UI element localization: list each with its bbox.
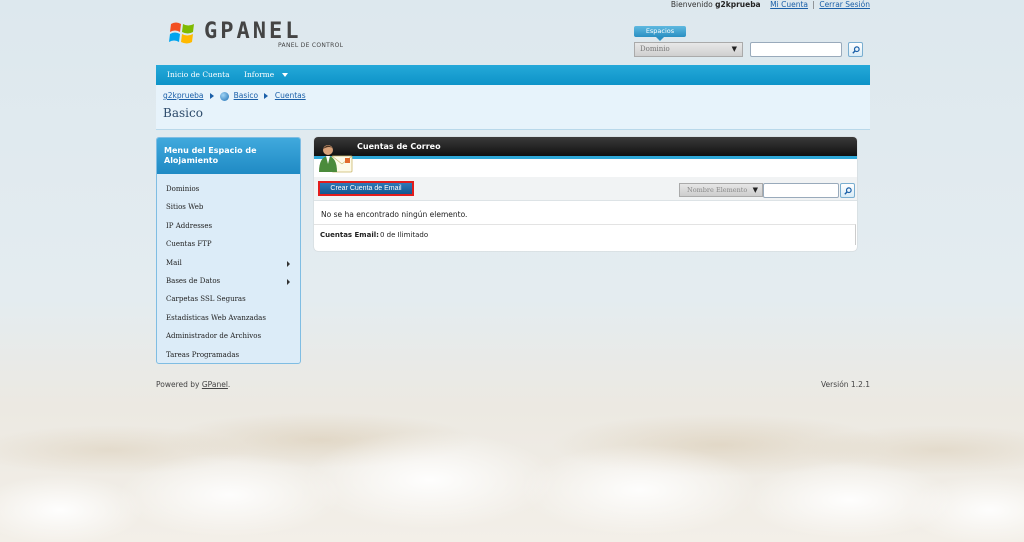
filter-select-value: Nombre Elemento (687, 186, 748, 194)
side-menu: Menu del Espacio de Alojamiento Dominios… (156, 137, 301, 364)
sidebar-item-file-manager[interactable]: Administrador de Archivos (157, 327, 300, 345)
user-bar: Bienvenido g2kprueba Mi Cuenta | Cerrar … (671, 0, 870, 9)
panel-search-input[interactable] (763, 183, 839, 198)
sidebar-item-websites[interactable]: Sitios Web (157, 198, 300, 216)
panel-title: Cuentas de Correo (357, 142, 441, 151)
nav-item-report[interactable]: Informe (244, 65, 288, 85)
sidebar-item-ftp-accounts[interactable]: Cuentas FTP (157, 235, 300, 253)
submenu-arrow-icon (287, 278, 290, 285)
breadcrumb-item-accounts[interactable]: Cuentas (275, 91, 306, 100)
quota-label: Cuentas Email: (320, 231, 379, 239)
header-area: g2kprueba Basico Cuentas Basico (156, 85, 870, 130)
sidebar-item-web-stats[interactable]: Estadísticas Web Avanzadas (157, 309, 300, 327)
sidebar-item-label: Dominios (166, 185, 200, 193)
username: g2kprueba (715, 0, 761, 9)
chevron-down-icon: ▼ (752, 186, 758, 194)
sidebar-item-ssl-folders[interactable]: Carpetas SSL Seguras (157, 290, 300, 308)
empty-message: No se ha encontrado ningún elemento. (321, 210, 468, 219)
item-name-filter-select[interactable]: Nombre Elemento ▼ (679, 183, 763, 197)
chevron-right-icon (209, 93, 214, 99)
my-account-link[interactable]: Mi Cuenta (770, 0, 808, 9)
footer-powered-by: Powered by GPanel. (156, 380, 230, 389)
panel-toolbar: Crear Cuenta de Email Nombre Elemento ▼ (314, 177, 857, 201)
submenu-arrow-icon (287, 260, 290, 267)
sidebar-item-mail[interactable]: Mail (157, 254, 300, 272)
quota-row: Cuentas Email: 0 de Ilimitado (314, 224, 856, 245)
globe-icon (220, 91, 230, 101)
gpanel-link[interactable]: GPanel (202, 380, 228, 389)
search-icon (844, 187, 852, 195)
mail-accounts-panel: Cuentas de Correo Crear Cuenta de Email … (314, 137, 857, 251)
windows-flag-icon (169, 22, 194, 44)
sidebar-item-ip-addresses[interactable]: IP Addresses (157, 217, 300, 235)
powered-by-text: Powered by (156, 380, 200, 389)
quota-value: 0 de Ilimitado (380, 231, 429, 239)
sidebar-item-label: Bases de Datos (166, 276, 221, 285)
create-email-account-button[interactable]: Crear Cuenta de Email (318, 181, 414, 196)
breadcrumb: g2kprueba Basico Cuentas (163, 91, 306, 101)
sidebar-item-databases[interactable]: Bases de Datos (157, 272, 300, 290)
sidebar-item-label: Carpetas SSL Seguras (166, 295, 246, 304)
breadcrumb-item-space[interactable]: Basico (234, 91, 258, 100)
search-icon (852, 46, 860, 54)
side-menu-items: Dominios Sitios Web IP Addresses Cuentas… (157, 174, 300, 363)
nav-item-home[interactable]: Inicio de Cuenta (167, 65, 230, 85)
logo[interactable]: GPANEL PANEL DE CONTROL (168, 18, 343, 52)
powered-by-end: . (227, 380, 231, 389)
separator: | (812, 0, 815, 9)
spaces-search-button[interactable] (848, 42, 863, 57)
page-title: Basico (163, 106, 203, 120)
breadcrumb-item-account[interactable]: g2kprueba (163, 91, 203, 100)
chevron-right-icon (264, 93, 269, 99)
welcome-text: Bienvenido (670, 0, 713, 9)
sidebar-item-label: Estadísticas Web Avanzadas (166, 313, 266, 322)
sidebar-item-label: Cuentas FTP (166, 240, 212, 249)
sidebar-item-label: Sitios Web (166, 203, 204, 212)
sidebar-item-label: Administrador de Archivos (166, 332, 262, 341)
logout-link[interactable]: Cerrar Sesión (819, 0, 870, 9)
brand-name: GPANEL (204, 19, 302, 44)
sidebar-item-label: Mail (166, 258, 182, 267)
sidebar-item-label: IP Addresses (166, 221, 213, 230)
sidebar-item-domains[interactable]: Dominios (157, 180, 300, 198)
nav-item-label: Inicio de Cuenta (167, 70, 230, 79)
caret-down-icon (281, 73, 288, 77)
sidebar-item-scheduled-tasks[interactable]: Tareas Programadas (157, 346, 300, 363)
panel-search-button[interactable] (840, 183, 855, 198)
spaces-search-input[interactable] (750, 42, 842, 57)
brand-subtitle: PANEL DE CONTROL (278, 42, 344, 49)
nav-item-label: Informe (244, 70, 275, 79)
cloud-background (0, 400, 1024, 542)
main-nav: Inicio de Cuenta Informe (156, 65, 870, 85)
spaces-tab[interactable]: Espacios (634, 26, 686, 41)
footer-version: Versión 1.2.1 (820, 380, 870, 389)
chevron-down-icon: ▼ (731, 45, 737, 53)
mail-user-icon (319, 145, 353, 173)
side-menu-title: Menu del Espacio de Alojamiento (157, 138, 300, 174)
domain-select-value: Dominio (640, 45, 670, 53)
domain-select[interactable]: Dominio ▼ (634, 42, 743, 57)
sidebar-item-label: Tareas Programadas (166, 350, 240, 359)
